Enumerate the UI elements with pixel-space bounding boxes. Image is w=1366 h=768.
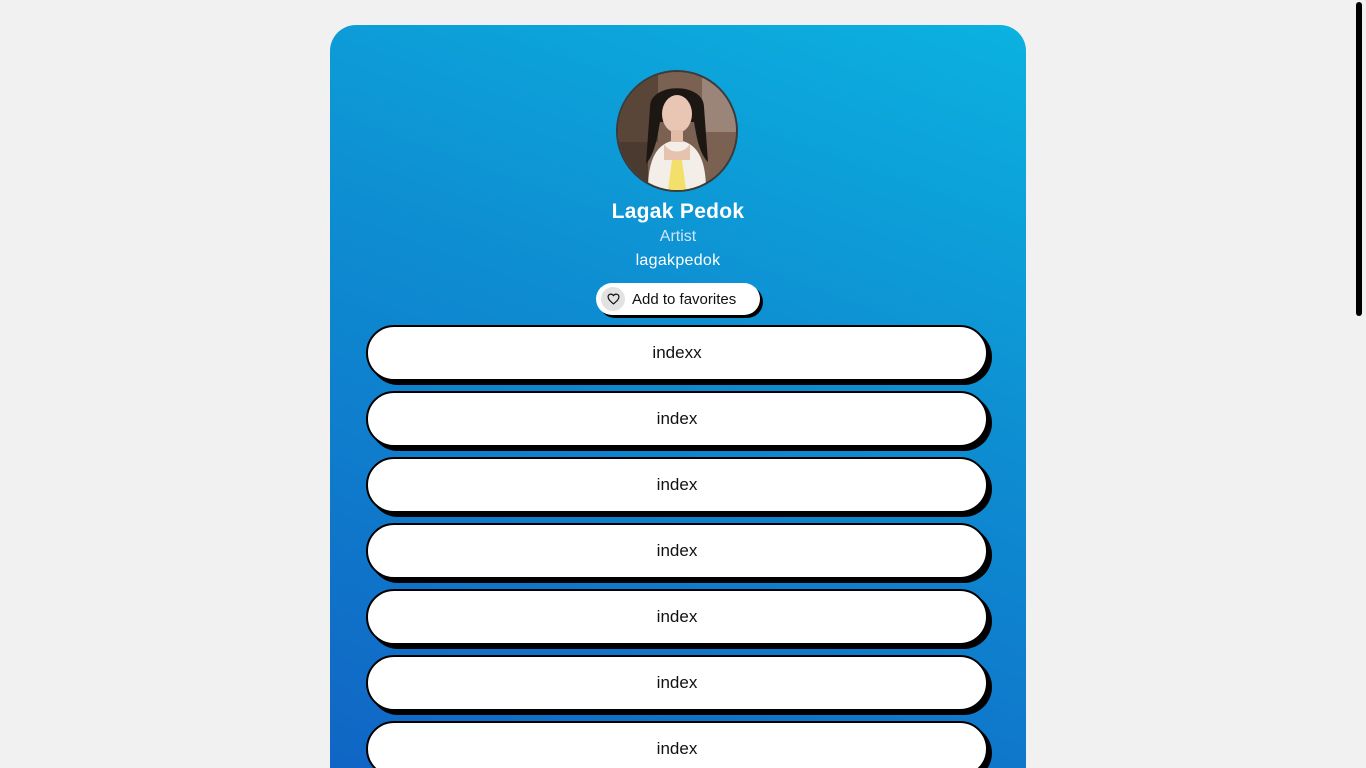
heart-icon	[601, 287, 625, 311]
link-label: index	[656, 541, 698, 560]
avatar-photo	[618, 72, 736, 190]
avatar	[616, 70, 738, 192]
profile-role: Artist	[659, 228, 697, 245]
add-to-favorites-button[interactable]: Add to favorites	[596, 283, 760, 315]
link-button-indexx[interactable]: indexx	[366, 325, 988, 381]
link-label: index	[656, 475, 698, 494]
link-label: index	[656, 673, 698, 692]
page-scrollbar[interactable]	[1352, 0, 1366, 768]
link-button-index[interactable]: index	[366, 391, 988, 447]
link-button-index[interactable]: index	[366, 589, 988, 645]
link-label: index	[656, 607, 698, 626]
link-label: index	[656, 409, 698, 428]
link-label: indexx	[652, 343, 702, 362]
profile-handle: lagakpedok	[635, 252, 721, 269]
link-list: indexx index index index index index ind…	[366, 325, 992, 768]
link-button-index[interactable]: index	[366, 523, 988, 579]
link-button-index[interactable]: index	[366, 721, 988, 768]
add-to-favorites-label: Add to favorites	[632, 290, 737, 308]
profile-name: Lagak Pedok	[611, 200, 745, 223]
page: Lagak Pedok Artist lagakpedok Add to fav…	[0, 0, 1366, 768]
scrollbar-thumb[interactable]	[1356, 2, 1362, 316]
link-label: index	[656, 739, 698, 758]
link-button-index[interactable]: index	[366, 655, 988, 711]
link-button-index[interactable]: index	[366, 457, 988, 513]
profile-card: Lagak Pedok Artist lagakpedok Add to fav…	[330, 25, 1026, 768]
